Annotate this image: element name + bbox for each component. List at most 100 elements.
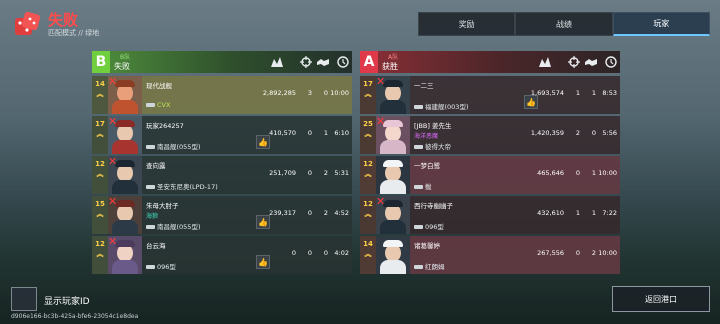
avatar: ✕ (108, 156, 142, 194)
like-thumb-icon[interactable]: 👍 (524, 95, 538, 109)
dice-icon (15, 11, 41, 35)
level-badge: 17 ︽ (92, 116, 108, 154)
time-value: 10:00 (598, 249, 617, 257)
ship-name: 南昌舰(055型) (146, 221, 200, 231)
team-side-label: A队 (388, 54, 399, 61)
like-thumb-icon[interactable]: 👍 (256, 135, 270, 149)
damage-value: 1,693,574 (530, 89, 564, 97)
sunk-x-icon: ✕ (376, 196, 386, 208)
player-row[interactable]: 25 ︽ ✕ [JBB] 姜先生 海洋恶魔 彼得大帝 1,420,359 2 0 … (360, 116, 620, 154)
player-stats: 239,317 0 2 4:52 (236, 209, 352, 217)
player-name: 一梦白鹭 (414, 162, 440, 170)
player-name: 现代战舰 (146, 82, 172, 90)
ship-name-text: 096型 (425, 223, 444, 231)
rank-chevron-icon: ︽ (364, 170, 372, 178)
kills-value: 0 (307, 209, 312, 217)
player-name: 查向露 (146, 162, 166, 170)
avatar: ✕ (376, 116, 410, 154)
assists-value: 1 (323, 129, 328, 137)
time-value: 7:22 (602, 209, 617, 217)
level-value: 12 (363, 160, 373, 168)
level-badge: 12 ︽ (360, 196, 376, 234)
tab-rewards[interactable]: 奖励 (418, 12, 516, 36)
rank-chevron-icon: ︽ (96, 210, 104, 218)
show-id-checkbox[interactable] (11, 287, 37, 311)
player-info: 诸葛馨婷 红朗姆 267,556 0 2 10:00 (410, 236, 620, 274)
level-value: 14 (363, 240, 373, 248)
player-info: 现代战舰 CVX 2,892,285 3 0 10:00 (142, 76, 352, 114)
ship-name: 096型 (414, 221, 444, 231)
ship-class-icon (146, 185, 155, 189)
kills-value: 1 (575, 209, 580, 217)
avatar: ✕ (108, 196, 142, 234)
tab-record[interactable]: 战绩 (515, 12, 613, 36)
player-info: 一二三 福建舰(003型) 👍 1,693,574 1 1 8:53 (410, 76, 620, 114)
rank-chevron-icon: ︽ (96, 250, 104, 258)
avatar (376, 156, 410, 194)
kills-icon (568, 56, 580, 68)
player-row[interactable]: 12 ︽ ✕ 查向露 圣安东尼奥(LPD-17) 251,709 0 2 5:31 (92, 156, 352, 194)
tab-players[interactable]: 玩家 (612, 12, 710, 36)
match-uid: d906e166-bc3b-425a-bfe6-23054c1e8dea (11, 313, 139, 320)
like-thumb-icon[interactable]: 👍 (256, 255, 270, 269)
player-name: 诸葛馨婷 (414, 242, 440, 250)
assists-value: 2 (323, 209, 328, 217)
damage-value: 2,892,285 (262, 89, 296, 97)
time-value: 4:52 (334, 209, 349, 217)
player-row[interactable]: 12 ︽ 一梦白鹭 鲅 465,646 0 1 10:00 (360, 156, 620, 194)
time-value: 10:00 (330, 89, 349, 97)
level-value: 14 (95, 80, 105, 88)
ship-class-icon (414, 225, 423, 229)
ship-name-text: CVX (157, 101, 171, 109)
player-row[interactable]: 14 ︽ 诸葛馨婷 红朗姆 267,556 0 2 10:00 (360, 236, 620, 274)
team-b-panel: B B队 失败 14 ︽ ✕ 现代战舰 CVX 2,892,285 3 0 10:… (92, 51, 352, 276)
rank-chevron-icon: ︽ (364, 90, 372, 98)
team-letter: A (360, 51, 378, 73)
ship-class-icon (146, 265, 155, 269)
sunk-x-icon: ✕ (108, 236, 118, 248)
rank-chevron-icon: ︽ (96, 170, 104, 178)
avatar: ✕ (376, 196, 410, 234)
team-side-label: B队 (120, 54, 131, 61)
level-badge: 15 ︽ (92, 196, 108, 234)
damage-value: 239,317 (269, 209, 296, 217)
player-row[interactable]: 12 ︽ ✕ 台云海 096型 👍 0 0 0 4:02 (92, 236, 352, 274)
damage-icon (539, 57, 551, 67)
assists-value: 1 (591, 169, 596, 177)
level-badge: 12 ︽ (92, 156, 108, 194)
kills-value: 1 (575, 89, 580, 97)
player-stats: 1,420,359 2 0 5:56 (504, 129, 620, 137)
sunk-x-icon: ✕ (108, 116, 118, 128)
team-letter: B (92, 51, 110, 73)
ship-name-text: 福建舰(003型) (425, 103, 469, 111)
player-info: 玩家264257 南昌舰(055型) 👍 410,570 0 1 6:10 (142, 116, 352, 154)
player-row[interactable]: 17 ︽ ✕ 一二三 福建舰(003型) 👍 1,693,574 1 1 8:53 (360, 76, 620, 114)
avatar: ✕ (108, 236, 142, 274)
player-row[interactable]: 12 ︽ ✕ 西行寺幽幽子 096型 432,610 1 1 7:22 (360, 196, 620, 234)
assists-value: 1 (591, 89, 596, 97)
assists-icon (317, 59, 329, 66)
survival-time-icon (337, 56, 349, 68)
assists-value: 0 (591, 129, 596, 137)
tab-bar: 奖励 战绩 玩家 (418, 12, 710, 36)
level-badge: 17 ︽ (360, 76, 376, 114)
assists-value: 0 (323, 249, 328, 257)
player-tag: 海狼 (146, 213, 159, 220)
time-value: 10:00 (598, 169, 617, 177)
player-stats: 2,892,285 3 0 10:00 (236, 89, 352, 97)
team-a-panel: A A队 获胜 17 ︽ ✕ 一二三 福建舰(003型) 👍 1,693,574 … (360, 51, 620, 276)
level-badge: 12 ︽ (360, 156, 376, 194)
ship-name: 096型 (146, 261, 176, 271)
sunk-x-icon: ✕ (108, 156, 118, 168)
level-badge: 12 ︽ (92, 236, 108, 274)
time-value: 4:02 (334, 249, 349, 257)
damage-value: 251,709 (269, 169, 296, 177)
like-thumb-icon[interactable]: 👍 (256, 215, 270, 229)
player-row[interactable]: 14 ︽ ✕ 现代战舰 CVX 2,892,285 3 0 10:00 (92, 76, 352, 114)
avatar: ✕ (376, 76, 410, 114)
player-row[interactable]: 15 ︽ ✕ 朱母大肘子 海狼 南昌舰(055型) 👍 239,317 0 2 4… (92, 196, 352, 234)
player-row[interactable]: 17 ︽ ✕ 玩家264257 南昌舰(055型) 👍 410,570 0 1 6… (92, 116, 352, 154)
level-badge: 14 ︽ (92, 76, 108, 114)
kills-value: 2 (575, 129, 580, 137)
return-to-port-button[interactable]: 返回港口 (612, 286, 710, 312)
